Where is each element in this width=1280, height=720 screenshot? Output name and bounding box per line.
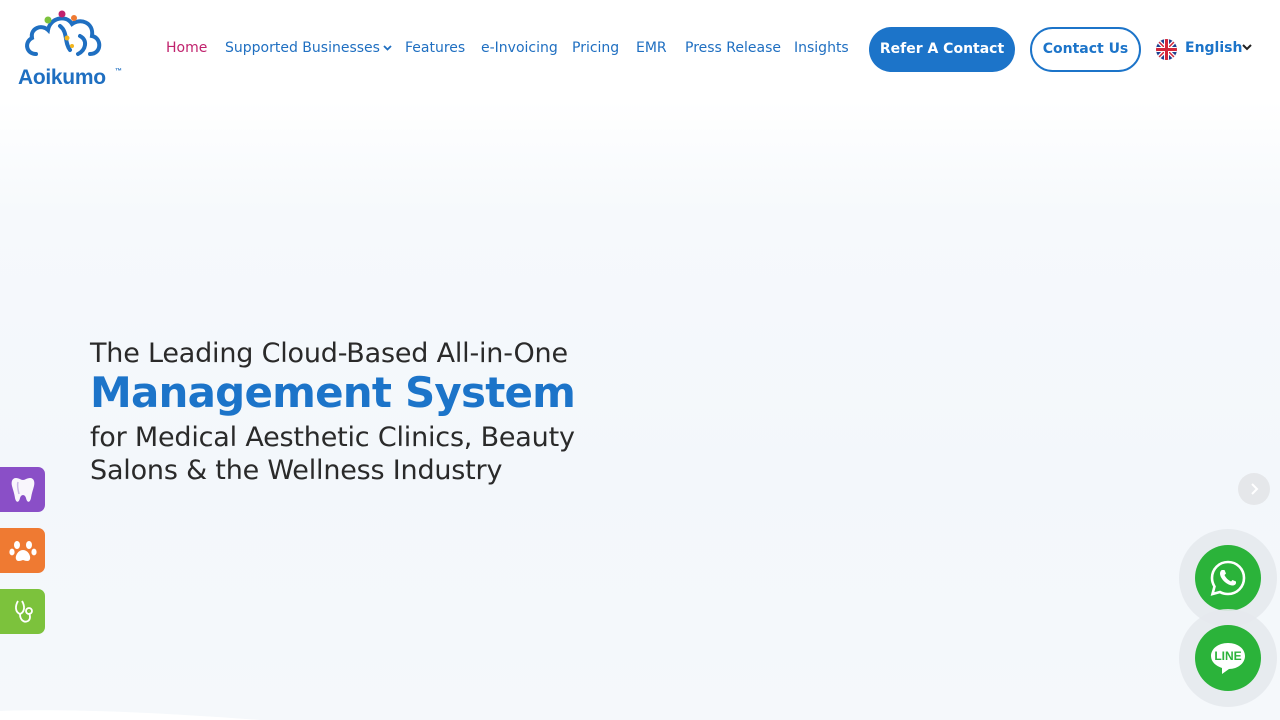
- slider-next-button[interactable]: [1238, 473, 1270, 505]
- nav-pricing[interactable]: Pricing: [572, 40, 619, 56]
- line-label: LINE: [1214, 649, 1242, 663]
- whatsapp-icon: [1210, 560, 1246, 596]
- side-tab-medical[interactable]: [0, 589, 45, 634]
- tooth-icon: [11, 477, 34, 502]
- line-chat-widget: LINE: [1179, 609, 1277, 707]
- language-label: English: [1185, 40, 1243, 56]
- chevron-right-icon: [1251, 483, 1259, 495]
- line-button[interactable]: LINE: [1195, 625, 1261, 691]
- hero-subtitle: The Leading Cloud-Based All-in-One: [90, 338, 568, 369]
- cloud-logo-icon: [25, 10, 102, 56]
- brand-name: Aoikumo: [18, 66, 106, 89]
- site-header: Aoikumo ™ Home Supported Businesses Feat…: [0, 0, 1280, 100]
- nav-insights[interactable]: Insights: [794, 40, 849, 56]
- hero-title: Management System: [90, 368, 576, 417]
- whatsapp-button[interactable]: [1195, 545, 1261, 611]
- stethoscope-icon: [14, 600, 33, 622]
- side-tab-pet[interactable]: [0, 528, 45, 573]
- nav-home[interactable]: Home: [166, 40, 207, 56]
- nav-press-release[interactable]: Press Release: [685, 40, 781, 56]
- hero-description: for Medical Aesthetic Clinics, Beauty Sa…: [90, 422, 575, 486]
- uk-flag-icon: [1156, 39, 1177, 60]
- paw-icon: [8, 540, 37, 561]
- nav-emr[interactable]: EMR: [636, 40, 667, 56]
- chevron-down-icon: [383, 45, 392, 51]
- refer-a-contact-button[interactable]: Refer A Contact: [869, 27, 1015, 72]
- nav-e-invoicing[interactable]: e-Invoicing: [481, 40, 558, 56]
- nav-features[interactable]: Features: [405, 40, 465, 56]
- chevron-down-icon: [1242, 44, 1252, 51]
- nav-supported-businesses[interactable]: Supported Businesses: [225, 40, 392, 56]
- aoikumo-logo[interactable]: Aoikumo ™: [18, 10, 124, 90]
- nav-supported-businesses-label: Supported Businesses: [225, 40, 380, 56]
- side-tab-dental[interactable]: [0, 467, 45, 512]
- contact-us-button[interactable]: Contact Us: [1030, 27, 1141, 72]
- hero-bottom-wave: [0, 710, 260, 720]
- trademark-symbol: ™: [115, 68, 122, 75]
